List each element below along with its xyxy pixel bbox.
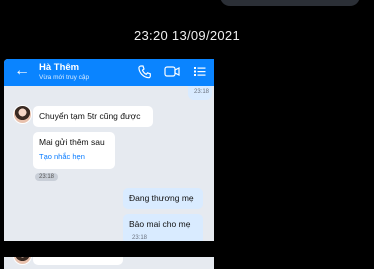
contact-name: Hà Thêm [39, 62, 80, 73]
message-bubble[interactable]: Chuyển tạm 5tr cũng được [33, 106, 153, 127]
contact-avatar[interactable] [13, 105, 32, 124]
message-text: Mai gửi thêm sau [39, 137, 105, 147]
phone-icon[interactable] [138, 65, 151, 79]
chat-screenshot-image[interactable]: ← Hà Thêm Vừa mới truy cập 23:18 Chuyển … [4, 59, 214, 269]
screenshot-timestamp: 23:20 13/09/2021 [133, 28, 240, 43]
back-arrow-icon[interactable]: ← [14, 63, 30, 79]
message-text: Chuyển tạm 5tr cũng được [39, 111, 141, 121]
message-text: Bảo mai cho mẹ [129, 219, 191, 229]
message-time: 23:18 [35, 173, 59, 181]
previous-message-bubble [220, 0, 360, 6]
chat-header: ← Hà Thêm Vừa mới truy cập [4, 59, 214, 86]
message-time: 23:18 [194, 89, 210, 95]
create-reminder-link[interactable]: Tạo nhắc hẹn [39, 152, 109, 161]
contact-status: Vừa mới truy cập [39, 74, 90, 81]
bottom-edge [0, 241, 374, 257]
video-call-icon[interactable] [164, 65, 180, 78]
message-text: Đang thương mẹ [129, 193, 194, 203]
message-bubble[interactable]: Mai gửi thêm sau Tạo nhắc hẹn [33, 132, 115, 169]
menu-list-icon[interactable] [193, 65, 206, 78]
message-bubble[interactable]: Đang thương mẹ [123, 188, 203, 209]
